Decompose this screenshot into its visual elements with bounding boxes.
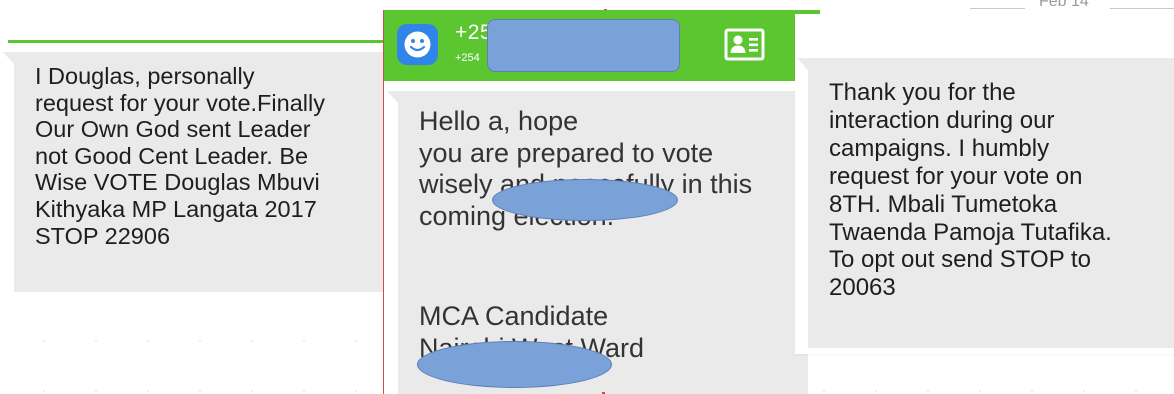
redaction-sender-name xyxy=(417,341,612,388)
left-message-bubble[interactable]: I Douglas, personally request for your v… xyxy=(3,52,388,292)
middle-sms-screen: +25 +254 Hello a, hope you are prepared … xyxy=(383,9,822,394)
smiley-avatar-icon[interactable] xyxy=(397,24,438,65)
sender-number-sub: +254 xyxy=(455,52,480,64)
right-message-text: Thank you for the interaction during our… xyxy=(829,79,1112,302)
date-label: Feb 14 xyxy=(1039,0,1089,10)
date-divider-line-left xyxy=(970,8,1025,9)
left-message-text: I Douglas, personally request for your v… xyxy=(35,63,325,249)
conversation-header: +25 +254 xyxy=(384,10,820,81)
redaction-phone-number xyxy=(487,19,680,72)
date-divider-line-right xyxy=(1110,8,1174,9)
right-sms-panel: Feb 14 Thank you for the interaction dur… xyxy=(795,0,1174,394)
redaction-recipient-name xyxy=(492,179,678,221)
contact-card-icon[interactable] xyxy=(723,23,766,66)
right-message-bubble[interactable]: Thank you for the interaction during our… xyxy=(797,58,1174,348)
left-header-edge xyxy=(8,40,390,43)
left-sms-panel: I Douglas, personally request for your v… xyxy=(0,0,390,394)
message-area: Hello a, hope you are prepared to vote w… xyxy=(385,81,821,394)
date-divider: Feb 14 xyxy=(795,0,1174,24)
